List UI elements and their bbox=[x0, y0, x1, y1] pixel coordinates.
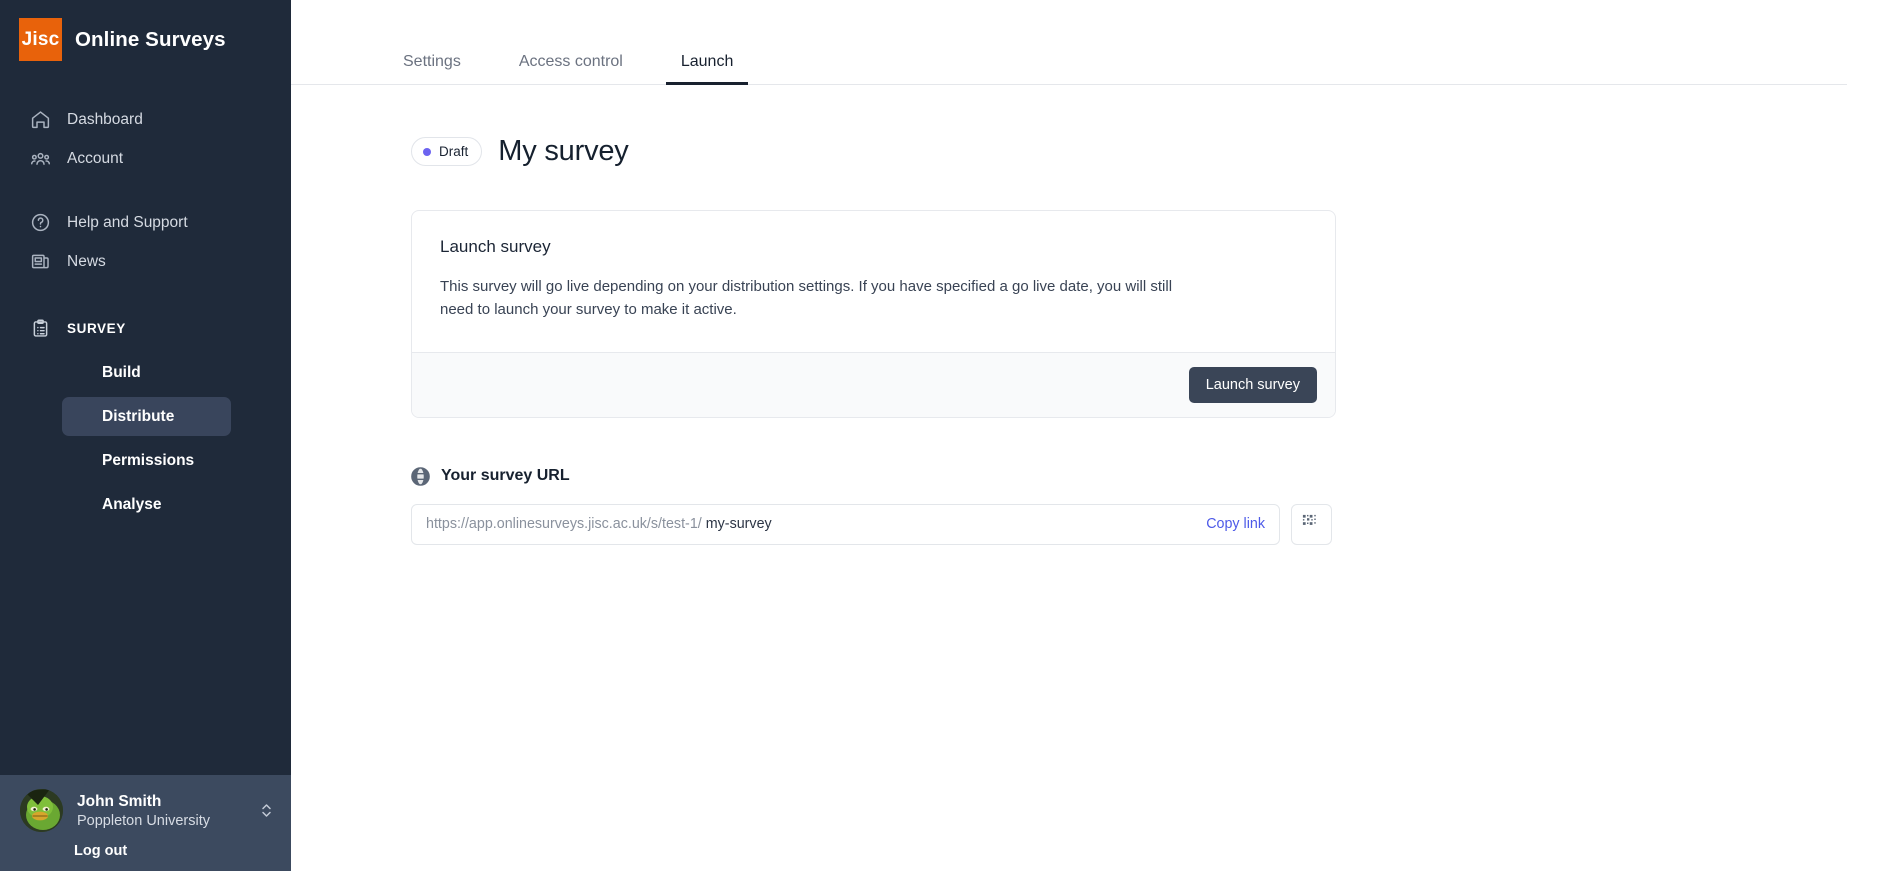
sidebar-item-distribute[interactable]: Distribute bbox=[62, 397, 231, 436]
primary-nav: Dashboard Account Help and Support News … bbox=[0, 100, 291, 529]
survey-url-slug: my-survey bbox=[705, 516, 772, 533]
profile-names: John Smith Poppleton University bbox=[77, 793, 246, 829]
sidebar-item-dashboard[interactable]: Dashboard bbox=[10, 100, 281, 139]
launch-survey-card: Launch survey This survey will go live d… bbox=[411, 210, 1336, 418]
profile-name: John Smith bbox=[77, 792, 162, 810]
survey-url-row: https://app.onlinesurveys.jisc.ac.uk/s/t… bbox=[411, 503, 1899, 545]
avatar bbox=[20, 789, 63, 832]
page-content: Draft My survey Launch survey This surve… bbox=[291, 135, 1899, 545]
sidebar-item-label: Distribute bbox=[102, 407, 175, 425]
tab-bar: Settings Access control Launch bbox=[291, 0, 1847, 85]
sidebar-item-account[interactable]: Account bbox=[10, 139, 281, 178]
sidebar-item-label: Permissions bbox=[102, 451, 195, 469]
home-icon bbox=[30, 109, 51, 130]
app-root: Jisc Online Surveys Dashboard Account He… bbox=[0, 0, 1899, 871]
launch-card-footer: Launch survey bbox=[412, 351, 1335, 417]
qr-code-icon bbox=[1302, 514, 1322, 534]
profile-organisation: Poppleton University bbox=[77, 812, 210, 829]
chevron-up-down-icon[interactable] bbox=[260, 800, 273, 821]
tab-settings[interactable]: Settings bbox=[388, 53, 476, 84]
status-dot-icon bbox=[423, 147, 431, 156]
logout-button[interactable]: Log out bbox=[0, 832, 291, 859]
launch-card-description: This survey will go live depending on yo… bbox=[440, 278, 1173, 318]
question-circle-icon bbox=[30, 212, 51, 233]
sidebar-item-news[interactable]: News bbox=[10, 242, 281, 281]
profile-row[interactable]: John Smith Poppleton University bbox=[0, 789, 291, 832]
main-content: Settings Access control Launch Draft My … bbox=[291, 0, 1899, 871]
qr-code-button[interactable] bbox=[1291, 503, 1332, 545]
launch-survey-button[interactable]: Launch survey bbox=[1188, 366, 1317, 403]
status-badge: Draft bbox=[411, 137, 483, 166]
sidebar-item-label: News bbox=[67, 252, 106, 270]
sidebar-item-label: Analyse bbox=[102, 495, 162, 513]
sidebar-section-survey: SURVEY bbox=[0, 309, 291, 348]
duck-avatar bbox=[20, 789, 63, 832]
sidebar-item-help-and-support[interactable]: Help and Support bbox=[10, 203, 281, 242]
survey-url-heading: Your survey URL bbox=[411, 467, 1899, 486]
newspaper-icon bbox=[30, 251, 51, 272]
brand[interactable]: Jisc Online Surveys bbox=[0, 0, 291, 62]
tab-launch[interactable]: Launch bbox=[665, 53, 749, 85]
page-title: My survey bbox=[498, 135, 629, 167]
profile-panel: John Smith Poppleton University Log out bbox=[0, 775, 291, 871]
brand-title: Online Surveys bbox=[75, 27, 226, 51]
sidebar-item-label: Account bbox=[67, 149, 124, 167]
users-icon bbox=[30, 148, 51, 169]
globe-icon bbox=[411, 467, 430, 486]
survey-url-prefix: https://app.onlinesurveys.jisc.ac.uk/s/t… bbox=[426, 516, 702, 533]
survey-url-heading-label: Your survey URL bbox=[441, 467, 570, 485]
sidebar: Jisc Online Surveys Dashboard Account He… bbox=[0, 0, 291, 871]
sidebar-item-label: Dashboard bbox=[67, 110, 143, 128]
survey-url-field[interactable]: https://app.onlinesurveys.jisc.ac.uk/s/t… bbox=[411, 503, 1280, 545]
title-row: Draft My survey bbox=[411, 135, 1899, 168]
tab-access-control[interactable]: Access control bbox=[504, 53, 638, 84]
sidebar-section-label: SURVEY bbox=[67, 321, 126, 336]
status-badge-label: Draft bbox=[439, 144, 469, 159]
sidebar-item-label: Help and Support bbox=[67, 213, 188, 231]
launch-card-title: Launch survey bbox=[440, 237, 551, 256]
launch-card-body: Launch survey This survey will go live d… bbox=[412, 211, 1335, 352]
sidebar-item-label: Build bbox=[102, 363, 141, 381]
sidebar-item-analyse[interactable]: Analyse bbox=[62, 485, 231, 524]
jisc-logo: Jisc bbox=[19, 18, 62, 61]
clipboard-list-icon bbox=[30, 318, 51, 339]
sidebar-item-permissions[interactable]: Permissions bbox=[62, 441, 231, 480]
copy-link-button[interactable]: Copy link bbox=[1206, 516, 1265, 532]
sidebar-item-build[interactable]: Build bbox=[62, 353, 231, 392]
